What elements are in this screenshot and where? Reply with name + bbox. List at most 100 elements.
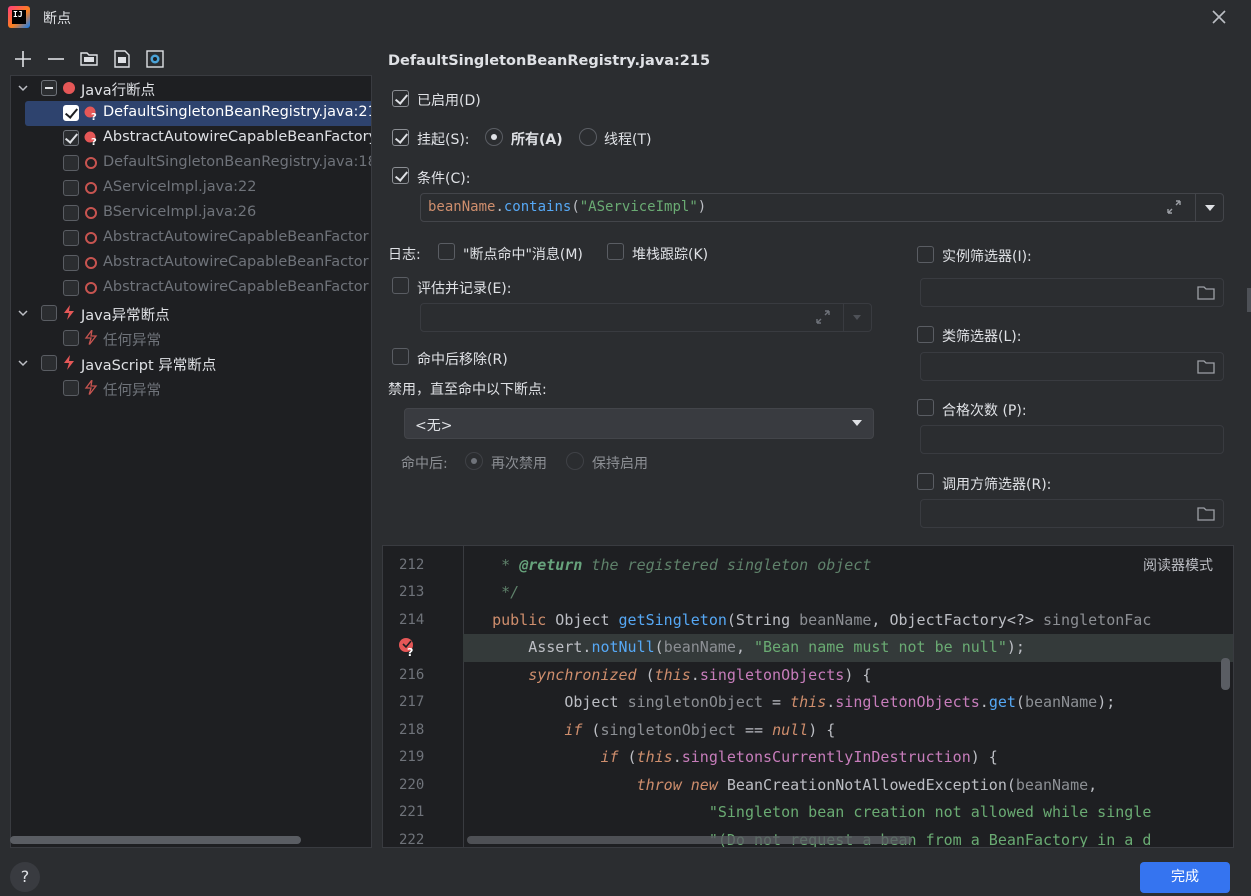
tree-item[interactable]: BServiceImpl.java:26 [11,201,371,226]
remove-once-hit-label[interactable]: 命中后移除(R) [417,349,508,369]
help-button[interactable]: ? [10,862,40,892]
item-checkbox[interactable] [63,105,79,121]
log-stack-label[interactable]: 堆栈跟踪(K) [632,244,708,264]
caller-filter-label[interactable]: 调用方筛选器(R): [942,474,1051,494]
enabled-label[interactable]: 已启用(D) [417,90,481,110]
evaluate-log-label[interactable]: 评估并记录(E): [417,278,512,298]
remove-once-hit-checkbox[interactable] [392,348,409,365]
disable-again-label[interactable]: 再次禁用 [491,453,547,473]
editor-vertical-scrollbar[interactable] [1221,658,1230,690]
folder-icon[interactable] [1197,507,1215,521]
instance-filter-label[interactable]: 实例筛选器(I): [942,246,1032,266]
code-editor[interactable]: 阅读器模式 212 213 214 ? 216 217 218 219 220 … [382,545,1234,848]
item-checkbox[interactable] [63,380,79,396]
item-checkbox[interactable] [63,130,79,146]
tree-item[interactable]: AbstractAutowireCapableBeanFactor [11,276,371,301]
tree-group-javascript-exception[interactable]: JavaScript 异常断点 [11,351,371,376]
chevron-down-icon[interactable] [17,357,29,369]
chevron-down-icon[interactable] [1203,203,1217,213]
suspend-label[interactable]: 挂起(S): [417,129,470,149]
chevron-down-icon[interactable] [17,307,29,319]
suspend-all-radio[interactable] [485,128,503,146]
editor-horizontal-scrollbar[interactable] [467,836,912,844]
scrollbar-thumb[interactable] [1247,288,1251,312]
suspend-all-label[interactable]: 所有(A) [511,129,563,149]
code-line: public Object getSingleton(String beanNa… [492,611,1152,629]
item-checkbox[interactable] [63,330,79,346]
item-checkbox[interactable] [63,280,79,296]
class-filter-label[interactable]: 类筛选器(L): [942,326,1021,346]
group-checkbox[interactable] [41,355,57,371]
pass-count-label[interactable]: 合格次数 (P): [942,400,1027,420]
reader-mode-toggle[interactable]: 阅读器模式 [1143,555,1213,575]
group-by-file-icon[interactable] [111,48,133,70]
chevron-down-icon[interactable] [851,313,863,322]
disable-until-select[interactable] [404,408,874,439]
chevron-down-icon[interactable] [850,418,864,428]
group-by-folder-icon[interactable] [78,48,100,70]
disable-until-value[interactable]: <无> [415,415,452,435]
disable-again-radio[interactable] [465,452,483,470]
tree-item-label: BServiceImpl.java:26 [103,204,257,220]
remove-icon[interactable] [45,48,67,70]
tree-item[interactable]: 任何异常 [11,376,371,401]
suspend-checkbox[interactable] [392,129,409,146]
log-message-checkbox[interactable] [438,243,455,260]
item-checkbox[interactable] [63,230,79,246]
conditional-breakpoint-icon[interactable]: ? [398,637,416,657]
tree-group-java-line[interactable]: Java行断点 [11,76,371,101]
item-checkbox[interactable] [63,255,79,271]
tree-group-label: Java异常断点 [81,308,170,324]
suspend-thread-label[interactable]: 线程(T) [604,129,651,149]
group-checkbox[interactable] [41,80,57,96]
condition-checkbox[interactable] [392,167,409,184]
class-filter-checkbox[interactable] [917,326,934,343]
done-button[interactable]: 完成 [1140,862,1230,893]
condition-input-value[interactable]: beanName.contains("AServiceImpl") [428,199,706,215]
item-checkbox[interactable] [63,155,79,171]
code-line: "Singleton bean creation not allowed whi… [708,803,1152,821]
log-stack-checkbox[interactable] [607,243,624,260]
pass-count-input[interactable] [920,425,1224,454]
breakpoint-tree[interactable]: Java行断点 ? DefaultSingletonBeanRegistry.j… [10,75,372,848]
folder-icon[interactable] [1197,360,1215,374]
tree-item[interactable]: AbstractAutowireCapableBeanFactor [11,251,371,276]
evaluate-log-checkbox[interactable] [392,277,409,294]
caller-filter-checkbox[interactable] [917,473,934,490]
evaluate-log-input[interactable] [420,303,872,332]
enabled-checkbox[interactable] [392,90,409,107]
pass-count-checkbox[interactable] [917,399,934,416]
disable-until-label: 禁用，直至命中以下断点: [388,382,547,398]
tree-horizontal-scrollbar[interactable] [10,836,301,844]
item-checkbox[interactable] [63,180,79,196]
line-number: 218 [399,722,425,738]
tree-item[interactable]: AbstractAutowireCapableBeanFactor [11,226,371,251]
item-checkbox[interactable] [63,205,79,221]
suspend-thread-radio[interactable] [579,128,597,146]
keep-enabled-label[interactable]: 保持启用 [592,453,648,473]
tree-item[interactable]: AServiceImpl.java:22 [11,176,371,201]
tree-item[interactable]: ? AbstractAutowireCapableBeanFactory [11,126,371,151]
group-by-class-icon[interactable] [144,48,166,70]
class-filter-input[interactable] [920,352,1224,381]
log-label: 日志: [388,247,421,263]
instance-filter-input[interactable] [920,278,1224,307]
tree-item[interactable]: DefaultSingletonBeanRegistry.java:18 [11,151,371,176]
group-checkbox[interactable] [41,305,57,321]
expand-icon[interactable] [814,308,832,326]
chevron-down-icon[interactable] [17,82,29,94]
caller-filter-input[interactable] [920,499,1224,528]
tree-item[interactable]: 任何异常 [11,326,371,351]
log-message-label[interactable]: "断点命中"消息(M) [463,244,583,264]
instance-filter-checkbox[interactable] [917,246,934,263]
condition-label[interactable]: 条件(C): [417,168,470,188]
keep-enabled-radio[interactable] [566,452,584,470]
folder-icon[interactable] [1197,286,1215,300]
add-icon[interactable] [12,48,34,70]
close-icon[interactable] [1208,6,1230,28]
tree-group-label: Java行断点 [81,83,156,99]
tree-item-label: DefaultSingletonBeanRegistry.java:215 [103,104,372,120]
tree-group-java-exception[interactable]: Java异常断点 [11,301,371,326]
expand-icon[interactable] [1165,198,1183,216]
tree-item[interactable]: ? DefaultSingletonBeanRegistry.java:215 [11,101,372,126]
